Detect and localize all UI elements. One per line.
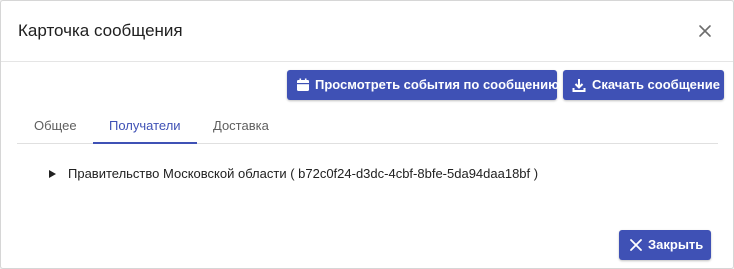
view-message-events-button[interactable]: Просмотреть события по сообщению <box>287 70 560 100</box>
close-button[interactable]: Закрыть <box>619 230 711 260</box>
tab-general[interactable]: Общее <box>34 109 77 143</box>
tab-delivery[interactable]: Доставка <box>213 109 269 143</box>
message-card-dialog: Карточка сообщения Просмотреть события п… <box>0 0 734 269</box>
active-tab-indicator <box>93 142 197 144</box>
view-message-events-label: Просмотреть события по сообщению <box>315 77 560 92</box>
close-icon <box>699 25 711 37</box>
close-icon <box>630 239 642 251</box>
download-message-label: Скачать сообщение <box>592 77 720 92</box>
dialog-title: Карточка сообщения <box>18 21 183 40</box>
expand-caret-icon[interactable] <box>49 170 56 178</box>
dialog-header: Карточка сообщения <box>1 1 733 62</box>
download-icon <box>572 79 586 92</box>
calendar-icon <box>297 78 309 91</box>
action-bar: Просмотреть события по сообщению Скачать… <box>1 62 733 108</box>
dialog-close-button[interactable] <box>695 21 715 41</box>
close-button-label: Закрыть <box>648 237 704 252</box>
tab-bar: Общее Получатели Доставка <box>17 109 718 144</box>
download-message-button[interactable]: Скачать сообщение <box>563 70 724 100</box>
tab-recipients[interactable]: Получатели <box>109 109 181 143</box>
recipient-label: Правительство Московской области ( b72c0… <box>68 166 539 181</box>
